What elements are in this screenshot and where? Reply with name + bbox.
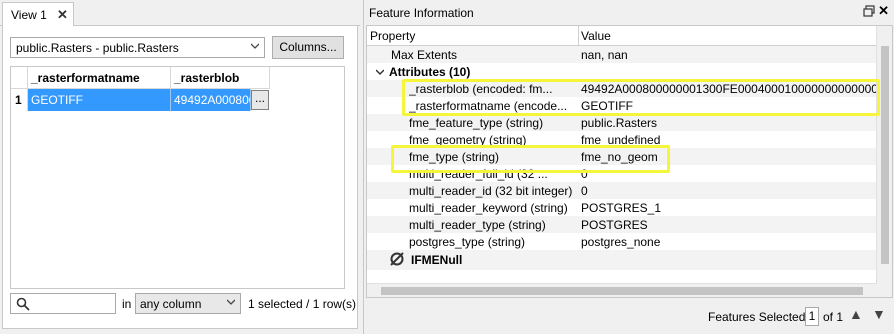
property-column-header[interactable]: Property xyxy=(370,29,415,43)
tab-label: View 1 xyxy=(11,8,47,22)
previous-feature-icon[interactable]: ▲ xyxy=(849,306,863,322)
property-name: multi_reader_type (string) xyxy=(409,218,546,232)
null-geometry-icon xyxy=(390,252,404,266)
info-row-multi-reader-id[interactable]: multi_reader_id (32 bit integer) 0 xyxy=(367,182,877,199)
close-icon[interactable]: ✕ xyxy=(878,3,889,19)
search-input[interactable] xyxy=(10,293,116,314)
property-value: postgres_none xyxy=(581,235,661,249)
next-feature-icon[interactable]: ▼ xyxy=(872,306,886,322)
column-scope-select[interactable]: any column xyxy=(135,293,241,314)
table-cell[interactable]: 49492A0008000... xyxy=(171,89,251,111)
geometry-name: IFMENull xyxy=(411,253,463,267)
property-value: public.Rasters xyxy=(581,116,658,130)
property-value: POSTGRES_1 xyxy=(581,201,662,215)
scrollbar-thumb[interactable] xyxy=(381,287,863,295)
value-column-header[interactable]: Value xyxy=(581,29,611,43)
search-icon xyxy=(16,297,30,311)
chevron-down-icon xyxy=(251,43,259,49)
info-row-attributes-group[interactable]: Attributes (10) xyxy=(367,63,877,80)
info-row-max-extents[interactable]: Max Extents nan, nan xyxy=(367,46,877,63)
highlight-box xyxy=(391,145,670,173)
horizontal-scrollbar[interactable] xyxy=(367,283,877,297)
feature-information-panel: Feature Information ✕ Property Value Max… xyxy=(363,0,894,334)
column-divider[interactable] xyxy=(578,26,579,46)
table-select-value: public.Rasters - public.Rasters xyxy=(16,41,179,55)
table-view-panel: View 1 ✕ public.Rasters - public.Rasters… xyxy=(0,0,360,334)
property-name: fme_feature_type (string) xyxy=(409,116,544,130)
info-row-geometry-null[interactable]: IFMENull xyxy=(367,250,877,270)
highlight-box xyxy=(402,79,880,116)
column-header-rasterblob[interactable]: _rasterblob xyxy=(171,67,270,89)
features-selected-label: Features Selected: xyxy=(708,310,809,324)
property-value: POSTGRES xyxy=(581,218,648,232)
data-grid: _rasterformatname _rasterblob 1 GEOTIFF … xyxy=(10,66,345,289)
property-name: multi_reader_id (32 bit integer) xyxy=(409,184,573,198)
property-value: nan, nan xyxy=(581,48,628,62)
selection-status: 1 selected / 1 row(s) xyxy=(248,297,357,311)
table-cell[interactable]: GEOTIFF xyxy=(28,89,171,111)
info-row-postgres-type[interactable]: postgres_type (string) postgres_none xyxy=(367,233,877,250)
table-select[interactable]: public.Rasters - public.Rasters xyxy=(10,37,265,58)
page-total: of 1 xyxy=(823,310,844,324)
page-number-input[interactable]: 1 xyxy=(805,307,819,326)
chevron-down-icon[interactable] xyxy=(376,68,384,76)
tab-strip: View 1 ✕ xyxy=(0,0,360,27)
panel-title-bar: Feature Information ✕ xyxy=(364,0,894,24)
cell-more-button[interactable]: ... xyxy=(251,90,269,110)
info-row-multi-reader-type[interactable]: multi_reader_type (string) POSTGRES xyxy=(367,216,877,233)
property-value: 0 xyxy=(581,184,588,198)
info-table-header: Property Value xyxy=(367,26,877,46)
feature-info-table: Property Value Max Extents nan, nan Attr… xyxy=(366,25,893,298)
scrollbar-thumb[interactable] xyxy=(881,46,889,264)
property-name: multi_reader_keyword (string) xyxy=(409,201,568,215)
grid-corner[interactable] xyxy=(11,67,28,89)
in-label: in xyxy=(122,297,132,311)
chevron-down-icon xyxy=(227,299,235,305)
float-window-icon[interactable] xyxy=(863,5,875,17)
tab-close-icon[interactable]: ✕ xyxy=(57,7,68,23)
panel-title: Feature Information xyxy=(369,6,474,20)
property-name: Max Extents xyxy=(391,48,458,62)
columns-button[interactable]: Columns... xyxy=(272,36,344,59)
column-header-rasterformatname[interactable]: _rasterformatname xyxy=(28,67,171,89)
info-row-multi-reader-keyword[interactable]: multi_reader_keyword (string) POSTGRES_1 xyxy=(367,199,877,216)
info-row-fme-feature-type[interactable]: fme_feature_type (string) public.Rasters xyxy=(367,114,877,131)
property-name: Attributes (10) xyxy=(389,65,471,79)
vertical-scrollbar[interactable] xyxy=(876,26,892,297)
row-header[interactable]: 1 xyxy=(11,89,28,111)
tab-view-1[interactable]: View 1 ✕ xyxy=(2,2,74,27)
property-name: postgres_type (string) xyxy=(409,235,526,249)
column-scope-value: any column xyxy=(140,297,202,311)
